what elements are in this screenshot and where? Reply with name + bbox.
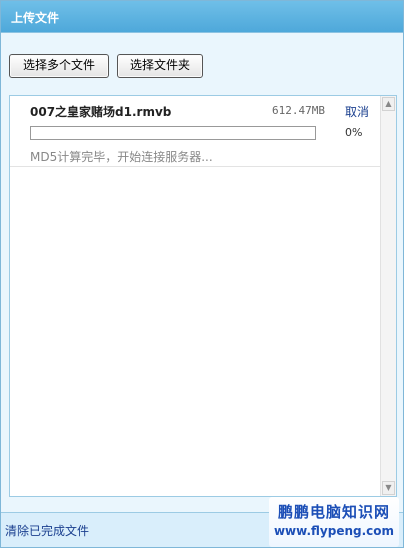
cancel-upload-link[interactable]: 取消 bbox=[345, 103, 369, 120]
vertical-scrollbar[interactable]: ▲ ▼ bbox=[380, 96, 396, 496]
select-folder-button[interactable]: 选择文件夹 bbox=[117, 54, 203, 78]
watermark-logo: 鹏鹏电脑知识网 www.flypeng.com bbox=[269, 497, 399, 547]
clear-completed-link[interactable]: 清除已完成文件 bbox=[5, 522, 89, 539]
title-bar: 上传文件 bbox=[1, 1, 403, 33]
upload-file-list[interactable]: 007之皇家赌场d1.rmvb 612.47MB 取消 0% MD5计算完毕，开… bbox=[9, 95, 397, 497]
watermark-name: 鹏鹏电脑知识网 bbox=[277, 503, 390, 521]
select-files-button[interactable]: 选择多个文件 bbox=[9, 54, 109, 78]
upload-progress-bar bbox=[30, 126, 316, 140]
upload-window: 上传文件 选择多个文件 选择文件夹 007之皇家赌场d1.rmvb 612.47… bbox=[0, 0, 404, 548]
scroll-down-arrow-icon[interactable]: ▼ bbox=[382, 481, 395, 495]
window-title: 上传文件 bbox=[11, 11, 60, 25]
watermark-url: www.flypeng.com bbox=[273, 524, 395, 538]
file-size: 612.47MB bbox=[272, 104, 325, 117]
upload-status-text: MD5计算完毕，开始连接服务器... bbox=[30, 150, 213, 164]
list-item: 007之皇家赌场d1.rmvb 612.47MB 取消 0% MD5计算完毕，开… bbox=[10, 96, 381, 167]
progress-percent: 0% bbox=[345, 126, 363, 139]
scroll-up-arrow-icon[interactable]: ▲ bbox=[382, 97, 395, 111]
file-name: 007之皇家赌场d1.rmvb bbox=[30, 105, 172, 119]
